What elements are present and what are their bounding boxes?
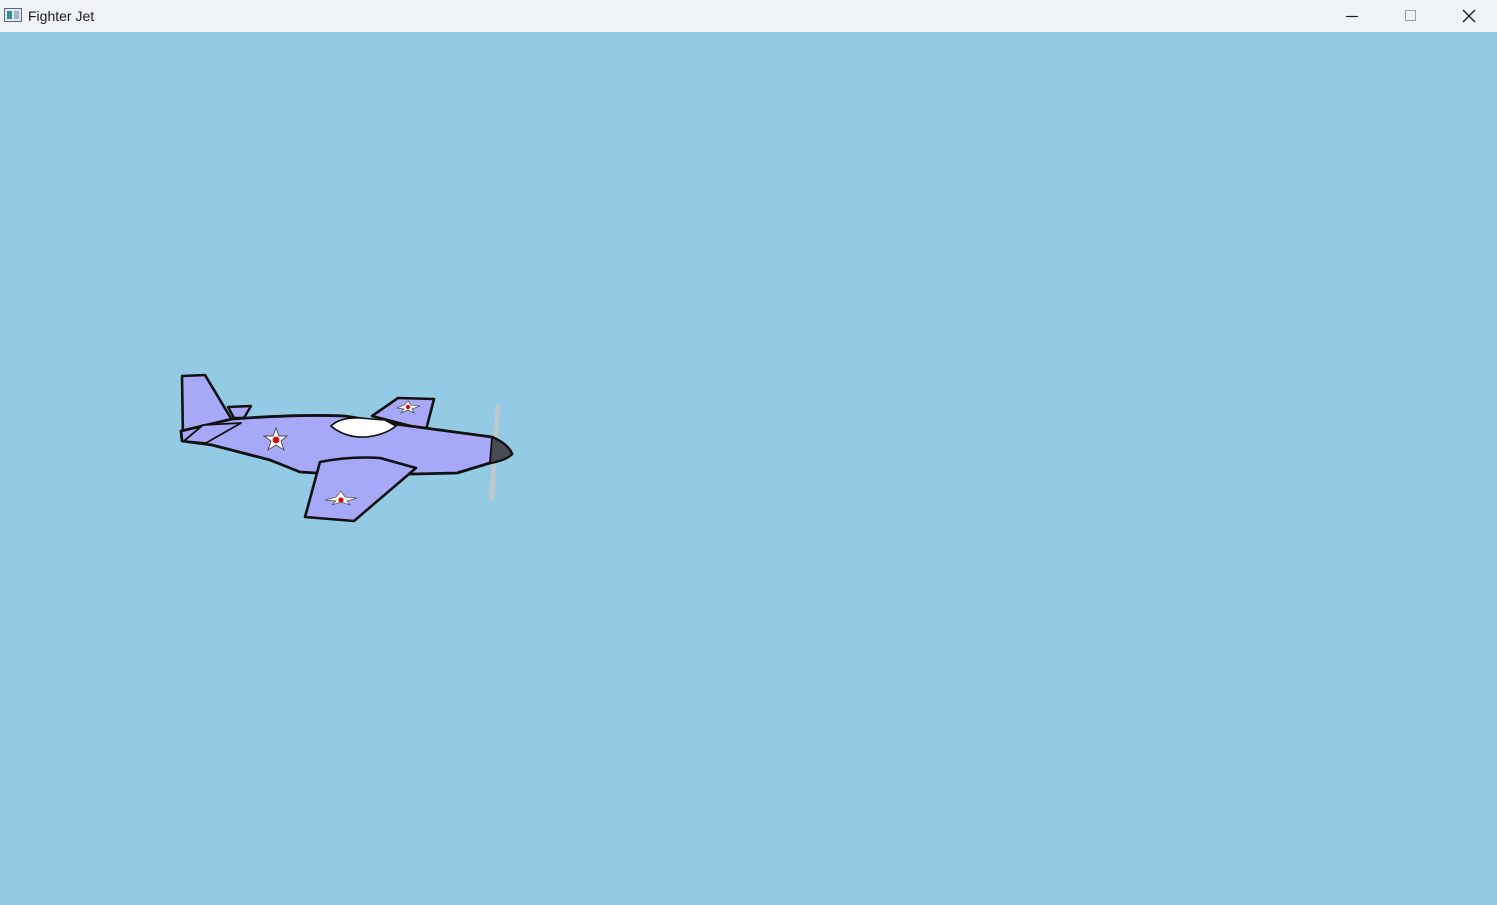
close-button[interactable] — [1439, 0, 1497, 32]
fighter-plane-sprite — [179, 373, 514, 523]
minimize-icon — [1346, 15, 1358, 18]
fuselage-roundel — [272, 436, 280, 444]
minimize-button[interactable] — [1323, 0, 1381, 32]
maximize-button[interactable] — [1381, 0, 1439, 32]
rear-stabilizer — [226, 404, 253, 420]
game-window: Fighter Jet — [0, 0, 1497, 905]
near-wing — [303, 456, 418, 523]
game-canvas[interactable] — [0, 32, 1497, 905]
near-wing-roundel — [338, 497, 344, 503]
app-window-icon — [4, 8, 22, 22]
far-wing-roundel — [405, 404, 411, 410]
maximize-icon — [1405, 10, 1416, 21]
window-title: Fighter Jet — [28, 8, 95, 24]
title-bar[interactable]: Fighter Jet — [0, 0, 1497, 32]
close-icon — [1462, 9, 1476, 23]
nose-cone — [489, 435, 514, 465]
